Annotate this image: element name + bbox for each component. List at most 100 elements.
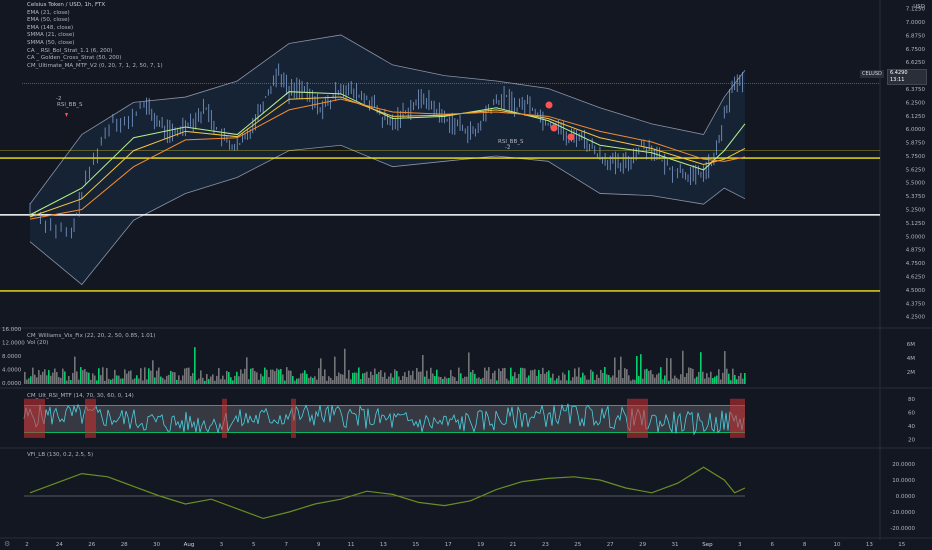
x-tick-label: Aug bbox=[184, 542, 195, 548]
legend-item[interactable]: EMA (148, close) bbox=[27, 25, 163, 33]
volume-bar bbox=[98, 368, 100, 384]
volume-bar bbox=[438, 376, 440, 384]
volume-bar bbox=[484, 367, 486, 384]
signal-marker bbox=[545, 101, 553, 109]
volume-bar bbox=[196, 380, 198, 384]
volume-bar bbox=[318, 368, 320, 384]
volume-bar bbox=[590, 369, 592, 384]
rsi-legend: CM_Ult_RSI_MTF (14, 70, 30, 60, 0, 14) bbox=[27, 393, 134, 399]
volume-bar bbox=[690, 367, 692, 384]
volume-bar bbox=[262, 376, 264, 384]
volume-bar bbox=[558, 375, 560, 384]
rsi-highlight bbox=[627, 398, 648, 438]
vol-y-tick: 4.0000 bbox=[2, 368, 22, 374]
legend-item[interactable]: SMMA (21, close) bbox=[27, 32, 163, 40]
volume-bar bbox=[454, 377, 456, 384]
volume-bar bbox=[252, 367, 254, 384]
volume-bar bbox=[732, 368, 734, 384]
x-tick-label: 31 bbox=[672, 542, 679, 548]
settings-icon[interactable]: ⚙ bbox=[4, 540, 10, 548]
y-tick-label: 6.2500 bbox=[906, 100, 926, 106]
legend-item[interactable]: EMA (50, close) bbox=[27, 17, 163, 25]
volume-bar bbox=[276, 368, 278, 384]
volume-bar bbox=[390, 373, 392, 384]
volume-bar bbox=[644, 369, 646, 384]
x-tick-label: 21 bbox=[510, 542, 517, 548]
volume-bar bbox=[198, 378, 200, 384]
volume-bar bbox=[522, 367, 524, 384]
volume-bar bbox=[490, 379, 492, 384]
volume-bar bbox=[42, 371, 44, 384]
volume-bar bbox=[386, 378, 388, 384]
volume-bar bbox=[518, 373, 520, 384]
volume-bar bbox=[488, 367, 490, 384]
volume-bar bbox=[598, 377, 600, 384]
volume-bar bbox=[562, 372, 564, 384]
price-tag-countdown: 13:11 bbox=[890, 77, 905, 83]
volume-bar bbox=[370, 371, 372, 384]
legend-item[interactable]: CA _ Golden_Cross_Strat (50, 200) bbox=[27, 55, 163, 63]
volume-bar bbox=[108, 378, 110, 384]
volume-bar bbox=[368, 377, 370, 384]
volume-bar bbox=[508, 380, 510, 384]
volume-bar bbox=[580, 377, 582, 384]
volume-bar bbox=[244, 368, 246, 384]
vol-y-tick-right: 6M bbox=[907, 342, 915, 348]
volume-bar bbox=[230, 377, 232, 384]
x-tick-label: 3 bbox=[220, 542, 224, 548]
volume-bar bbox=[66, 380, 68, 384]
volume-bar bbox=[392, 377, 394, 384]
volume-bar bbox=[620, 356, 622, 384]
volume-bar bbox=[382, 376, 384, 384]
volume-bar bbox=[128, 371, 130, 384]
volume-bar bbox=[310, 376, 312, 384]
volume-bar bbox=[624, 368, 626, 384]
volume-bar bbox=[192, 373, 194, 384]
volume-bar bbox=[258, 379, 260, 384]
volume-bar bbox=[114, 369, 116, 384]
volume-bar bbox=[52, 372, 54, 384]
volume-bar bbox=[534, 369, 536, 384]
legend-item[interactable]: SMMA (50, close) bbox=[27, 40, 163, 48]
volume-bar bbox=[530, 370, 532, 384]
volume-bar bbox=[270, 369, 272, 384]
bollinger-band-fill bbox=[30, 34, 745, 285]
volume-bar bbox=[430, 367, 432, 384]
volume-bar bbox=[360, 378, 362, 384]
legend-item[interactable]: EMA (21, close) bbox=[27, 10, 163, 18]
volume-bar bbox=[572, 377, 574, 384]
volume-bar bbox=[702, 371, 704, 384]
volume-bar bbox=[76, 371, 78, 384]
volume-bar bbox=[88, 372, 90, 384]
volume-bar bbox=[520, 367, 522, 384]
rsi-y-tick: 40 bbox=[908, 424, 915, 430]
volume-bar bbox=[614, 357, 616, 384]
volume-bar bbox=[482, 377, 484, 384]
vol-y-tick-right: 2M bbox=[907, 370, 915, 376]
volume-bar bbox=[64, 371, 66, 384]
volume-bar bbox=[630, 380, 632, 384]
volume-bar bbox=[536, 375, 538, 384]
volume-bar bbox=[556, 378, 558, 384]
volume-bar bbox=[134, 378, 136, 384]
volume-bar bbox=[388, 376, 390, 384]
volume-bar bbox=[402, 375, 404, 384]
x-tick-label: 7 bbox=[284, 542, 288, 548]
y-tick-label: 4.2500 bbox=[906, 315, 926, 321]
chart-canvas[interactable]: 7.12507.00006.87506.75006.62506.50006.37… bbox=[0, 0, 932, 550]
volume-bar bbox=[234, 375, 236, 384]
volume-bar bbox=[142, 380, 144, 384]
volume-bar bbox=[266, 369, 268, 384]
annotation-rsi-bb-s: RSI_BB_S bbox=[57, 102, 83, 108]
volume-bar bbox=[688, 367, 690, 384]
legend-item[interactable]: CM_Ultimate_MA_MTF_V2 (0, 20, 7, 1, 2, 5… bbox=[27, 63, 163, 71]
volume-bar bbox=[742, 378, 744, 384]
volume-bar bbox=[296, 378, 298, 384]
volume-bar bbox=[28, 378, 30, 384]
volume-bar bbox=[96, 380, 98, 384]
rsi-highlight bbox=[85, 398, 96, 438]
y-tick-label: 5.0000 bbox=[906, 234, 926, 240]
legend-item[interactable]: CA _ RSI_Bol_Strat_1.1 (6, 200) bbox=[27, 48, 163, 56]
volume-bar bbox=[676, 377, 678, 384]
volume-bar bbox=[436, 369, 438, 384]
